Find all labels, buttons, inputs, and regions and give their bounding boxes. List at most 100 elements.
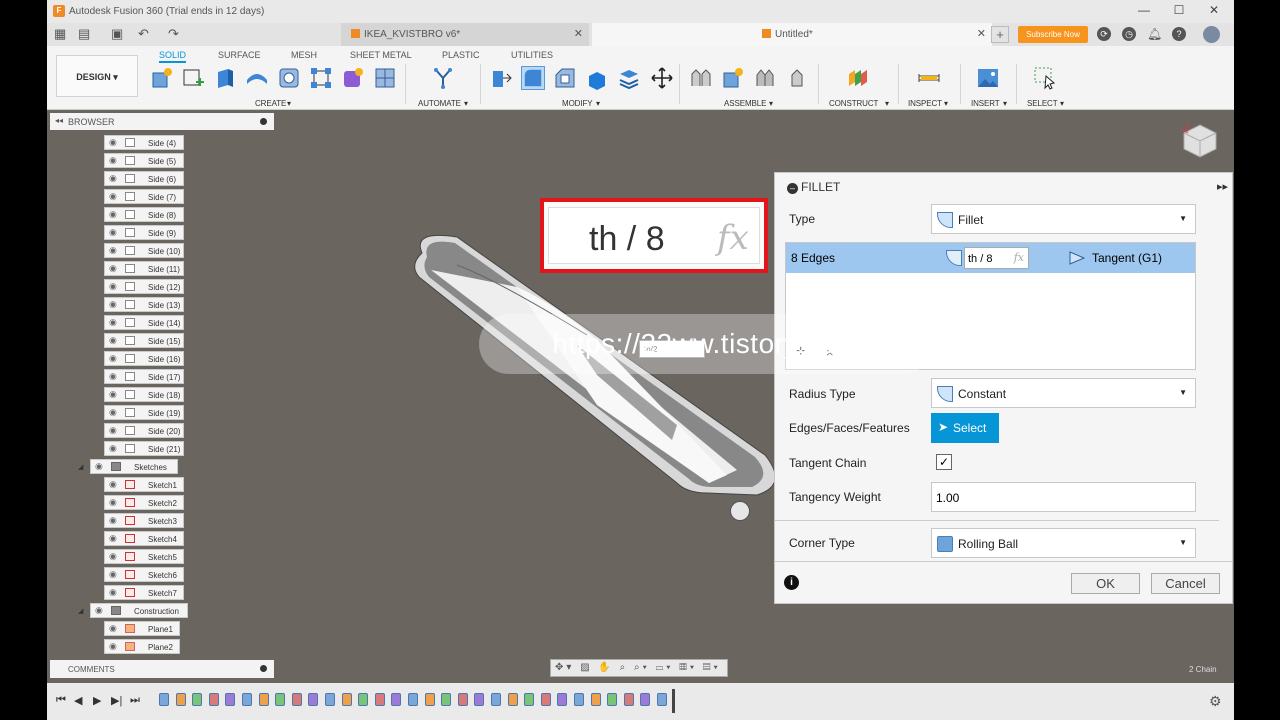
- workspace-switcher[interactable]: DESIGN ▾: [56, 55, 138, 97]
- display-settings-icon[interactable]: ▭▾: [656, 662, 674, 673]
- grid-icon[interactable]: ▦▾: [679, 662, 697, 673]
- timeline-feature-icon[interactable]: [374, 693, 385, 706]
- tab-ikea-kvistbro[interactable]: IKEA_KVISTBRO v6* ✕: [341, 23, 589, 46]
- visibility-eye-icon[interactable]: ◉: [109, 317, 117, 328]
- browser-item-sketches-folder[interactable]: ◉ Sketches: [90, 459, 178, 474]
- browser-item-side[interactable]: ◉ Side (13): [104, 297, 184, 312]
- fx-icon[interactable]: fx: [1014, 251, 1024, 264]
- timeline-feature-icon[interactable]: [275, 693, 286, 706]
- browser-item-side[interactable]: ◉ Side (9): [104, 225, 184, 240]
- revolve-icon[interactable]: [245, 66, 269, 90]
- visibility-eye-icon[interactable]: ◉: [109, 245, 117, 256]
- visibility-eye-icon[interactable]: ◉: [109, 515, 117, 526]
- group-create[interactable]: CREATE: [255, 99, 286, 108]
- timeline-feature-icon[interactable]: [358, 693, 369, 706]
- timeline-feature-icon[interactable]: [291, 693, 302, 706]
- timeline-feature-icon[interactable]: [192, 693, 203, 706]
- visibility-eye-icon[interactable]: ◉: [109, 209, 117, 220]
- visibility-eye-icon[interactable]: ◉: [109, 533, 117, 544]
- timeline-feature-icon[interactable]: [474, 693, 485, 706]
- move-icon[interactable]: [650, 66, 674, 90]
- panel-pin-icon[interactable]: [260, 665, 267, 672]
- radius-expression-input[interactable]: th / 8 fx: [964, 247, 1029, 269]
- tab-untitled[interactable]: Untitled* ✕: [592, 23, 992, 46]
- timeline-feature-icon[interactable]: [159, 693, 169, 706]
- ok-button[interactable]: OK: [1071, 573, 1140, 594]
- timeline-feature-icon[interactable]: [590, 693, 601, 706]
- step-back-icon[interactable]: ◀: [74, 694, 82, 707]
- help-icon[interactable]: ?: [1172, 27, 1186, 41]
- gear-icon[interactable]: ⚙: [1209, 693, 1222, 710]
- visibility-eye-icon[interactable]: ◉: [109, 137, 117, 148]
- look-at-icon[interactable]: ▨: [580, 662, 592, 673]
- comments-panel-header[interactable]: COMMENTS: [50, 660, 274, 678]
- timeline-feature-icon[interactable]: [441, 693, 452, 706]
- panel-pin-icon[interactable]: [260, 118, 267, 125]
- browser-item-sketch[interactable]: ◉ Sketch3: [104, 513, 184, 528]
- insert-image-icon[interactable]: [976, 66, 1000, 90]
- browser-item-side[interactable]: ◉ Side (21): [104, 441, 184, 456]
- visibility-eye-icon[interactable]: ◉: [109, 425, 117, 436]
- timeline-feature-icon[interactable]: [607, 693, 618, 706]
- rigid-group-icon[interactable]: [753, 66, 777, 90]
- view-cube[interactable]: [1180, 121, 1220, 161]
- browser-item-construction-folder[interactable]: ◉ Construction: [90, 603, 188, 618]
- go-to-start-icon[interactable]: ⏮: [56, 694, 66, 707]
- browser-item-side[interactable]: ◉ Side (19): [104, 405, 184, 420]
- timeline-feature-icon[interactable]: [574, 693, 584, 706]
- fit-icon[interactable]: ⌕▾: [634, 662, 650, 673]
- new-component-icon[interactable]: [150, 66, 174, 90]
- fillet-header[interactable]: – FILLET ▸▸: [775, 173, 1232, 200]
- tab-sheet-metal[interactable]: SHEET METAL: [350, 50, 412, 60]
- zoom-icon[interactable]: ⌕: [620, 662, 629, 673]
- visibility-eye-icon[interactable]: ◉: [109, 227, 117, 238]
- tab-solid[interactable]: SOLID: [159, 50, 187, 63]
- browser-item-side[interactable]: ◉ Side (11): [104, 261, 184, 276]
- timeline-feature-icon[interactable]: [540, 693, 551, 706]
- visibility-eye-icon[interactable]: ◉: [109, 263, 117, 274]
- visibility-eye-icon[interactable]: ◉: [109, 389, 117, 400]
- browser-item-sketch[interactable]: ◉ Sketch4: [104, 531, 184, 546]
- visibility-eye-icon[interactable]: ◉: [109, 443, 117, 454]
- navigation-bar[interactable]: ✥▾ ▨ ✋ ⌕ ⌕▾ ▭▾ ▦▾ ▤▾: [550, 659, 728, 677]
- new-tab-button[interactable]: +: [991, 26, 1009, 43]
- cancel-button[interactable]: Cancel: [1151, 573, 1220, 594]
- minimize-button[interactable]: —: [1132, 3, 1156, 19]
- browser-item-side[interactable]: ◉ Side (17): [104, 369, 184, 384]
- create-sketch-icon[interactable]: [181, 66, 205, 90]
- browser-item-plane[interactable]: ◉ Plane1: [104, 621, 180, 636]
- fillet-tool-icon[interactable]: [521, 66, 545, 90]
- visibility-eye-icon[interactable]: ◉: [109, 191, 117, 202]
- visibility-eye-icon[interactable]: ◉: [109, 641, 117, 652]
- undo-icon[interactable]: ↶: [138, 26, 149, 42]
- visibility-eye-icon[interactable]: ◉: [95, 461, 103, 472]
- browser-item-side[interactable]: ◉ Side (12): [104, 279, 184, 294]
- browser-item-side[interactable]: ◉ Side (15): [104, 333, 184, 348]
- tab-mesh[interactable]: MESH: [291, 50, 317, 60]
- expand-icon[interactable]: ▸▸: [1217, 180, 1228, 193]
- timeline-feature-icon[interactable]: [457, 693, 468, 706]
- browser-item-side[interactable]: ◉ Side (7): [104, 189, 184, 204]
- select-button[interactable]: ➤ Select: [931, 413, 999, 443]
- pan-icon[interactable]: ✋: [598, 662, 613, 673]
- file-icon[interactable]: ▤: [78, 26, 90, 42]
- grid-menu-icon[interactable]: ▦: [54, 26, 66, 42]
- visibility-eye-icon[interactable]: ◉: [109, 299, 117, 310]
- timeline-feature-icon[interactable]: [325, 693, 335, 706]
- insert-mesh-icon[interactable]: [373, 66, 397, 90]
- combine-icon[interactable]: [617, 66, 641, 90]
- browser-item-plane[interactable]: ◉ Plane2: [104, 639, 180, 654]
- as-built-joint-icon[interactable]: [721, 66, 745, 90]
- timeline-feature-icon[interactable]: [524, 693, 535, 706]
- corner-type-dropdown[interactable]: Rolling Ball ▼: [931, 528, 1196, 558]
- timeline-feature-icon[interactable]: [175, 693, 186, 706]
- browser-item-side[interactable]: ◉ Side (14): [104, 315, 184, 330]
- notifications-icon[interactable]: 🔔︎: [1147, 27, 1162, 41]
- tab-utilities[interactable]: UTILITIES: [511, 50, 553, 60]
- automate-icon[interactable]: [431, 66, 455, 90]
- visibility-eye-icon[interactable]: ◉: [109, 155, 117, 166]
- browser-item-side[interactable]: ◉ Side (20): [104, 423, 184, 438]
- tab-plastic[interactable]: PLASTIC: [442, 50, 480, 60]
- group-insert[interactable]: INSERT: [971, 99, 1000, 108]
- visibility-eye-icon[interactable]: ◉: [109, 173, 117, 184]
